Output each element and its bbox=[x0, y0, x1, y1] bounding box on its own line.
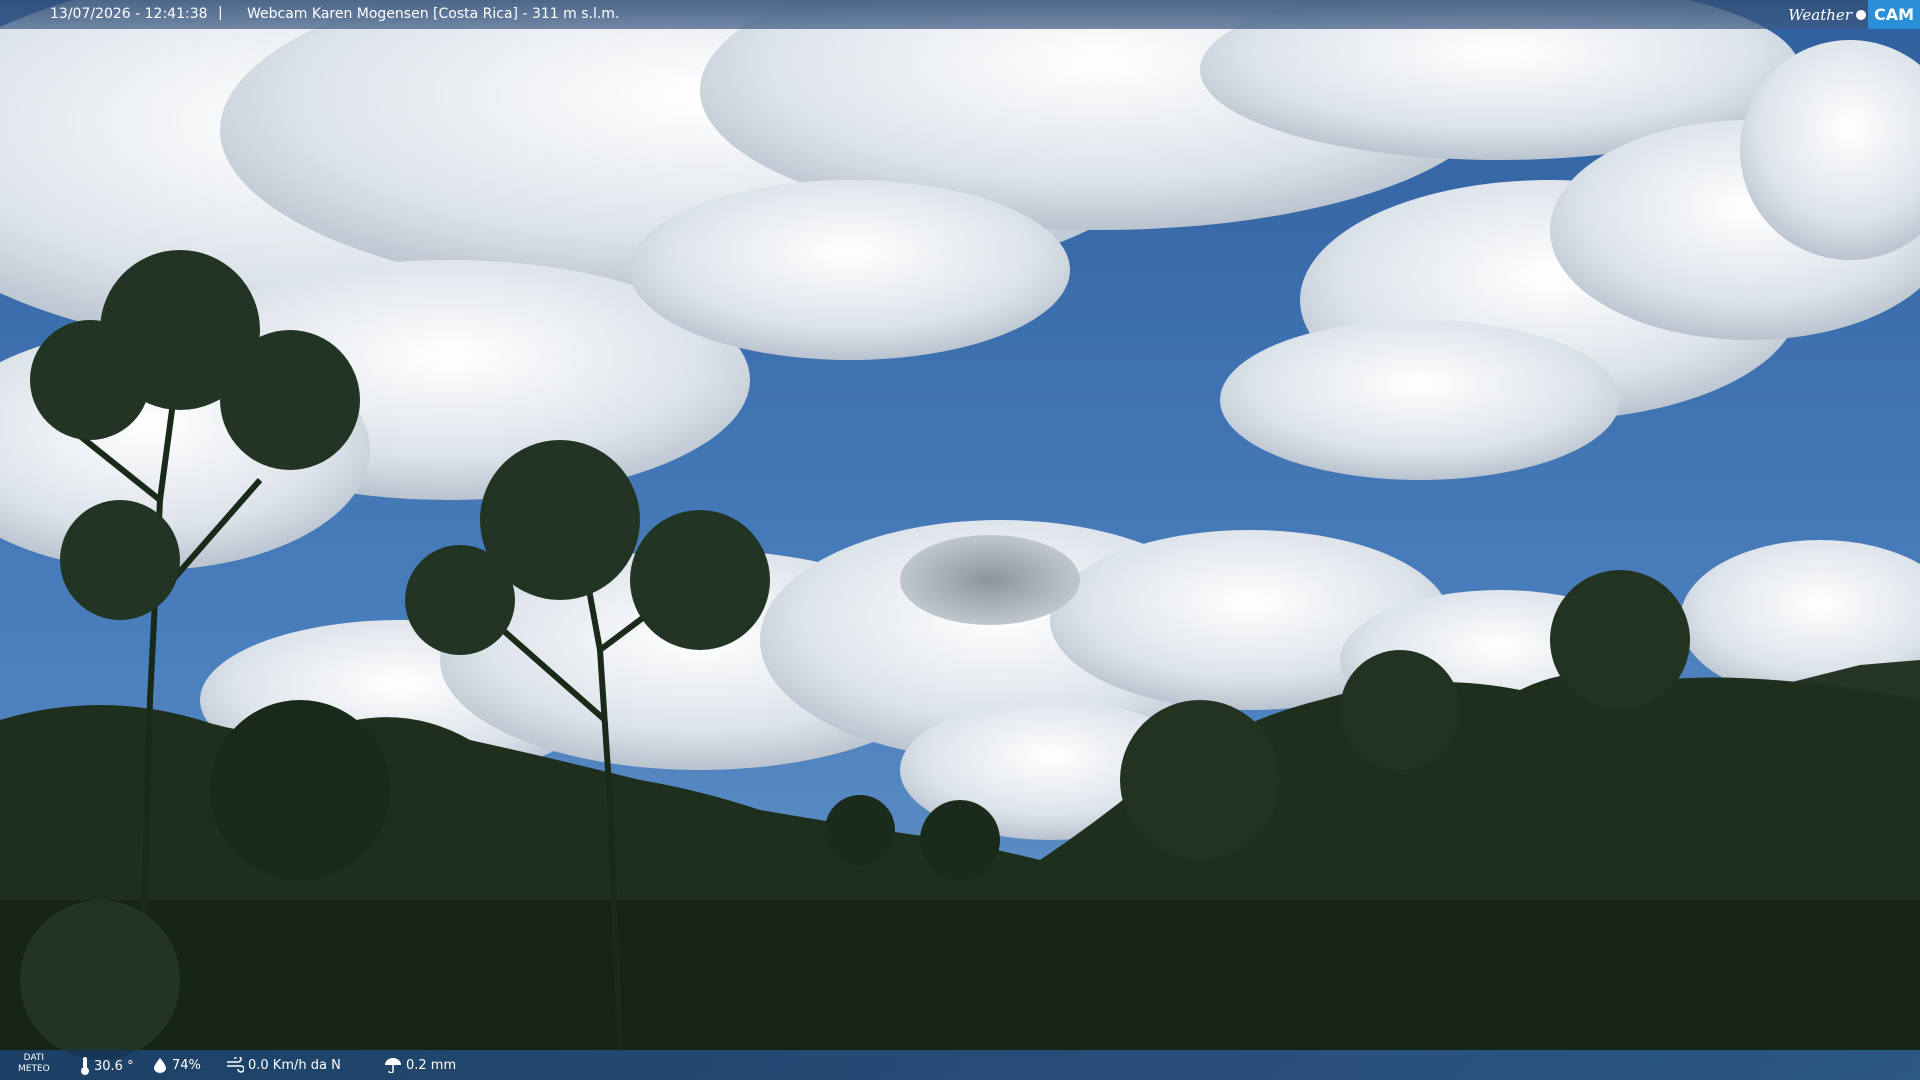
wind-value: 0.0 Km/h da N bbox=[248, 1057, 341, 1073]
thermometer-icon bbox=[81, 1057, 89, 1075]
wind-reading: 0.0 Km/h da N bbox=[226, 1057, 341, 1073]
timestamp: 13/07/2026 - 12:41:38 bbox=[50, 6, 208, 22]
humidity-value: 74% bbox=[172, 1057, 201, 1073]
rain-reading: 0.2 mm bbox=[384, 1057, 456, 1073]
logo-dot-icon bbox=[1855, 9, 1866, 20]
webcam-title: Webcam Karen Mogensen [Costa Rica] - 311… bbox=[247, 6, 620, 22]
wind-icon bbox=[227, 1057, 244, 1073]
weather-data-label: DATI METEO bbox=[18, 1053, 50, 1074]
temperature-value: 30.6 ° bbox=[94, 1058, 134, 1074]
rain-icon bbox=[385, 1058, 401, 1073]
temperature-reading: 30.6 ° bbox=[80, 1057, 134, 1075]
humidity-reading: 74% bbox=[152, 1057, 201, 1073]
separator: | bbox=[218, 5, 223, 21]
cloud-shadow bbox=[900, 535, 1080, 625]
humidity-icon bbox=[154, 1058, 166, 1073]
webcam-image bbox=[0, 0, 1920, 1080]
weather-data-bar: DATI METEO 30.6 ° 74% 0.0 Km/h da N 0.2 … bbox=[0, 1050, 1920, 1080]
logo-weather-text: Weather bbox=[1788, 5, 1852, 24]
logo-cam-text: CAM bbox=[1867, 0, 1920, 29]
weathercam-logo[interactable]: Weather CAM bbox=[1788, 0, 1920, 29]
top-overlay-bar: 13/07/2026 - 12:41:38 | Webcam Karen Mog… bbox=[0, 0, 1920, 29]
rain-value: 0.2 mm bbox=[406, 1057, 457, 1073]
